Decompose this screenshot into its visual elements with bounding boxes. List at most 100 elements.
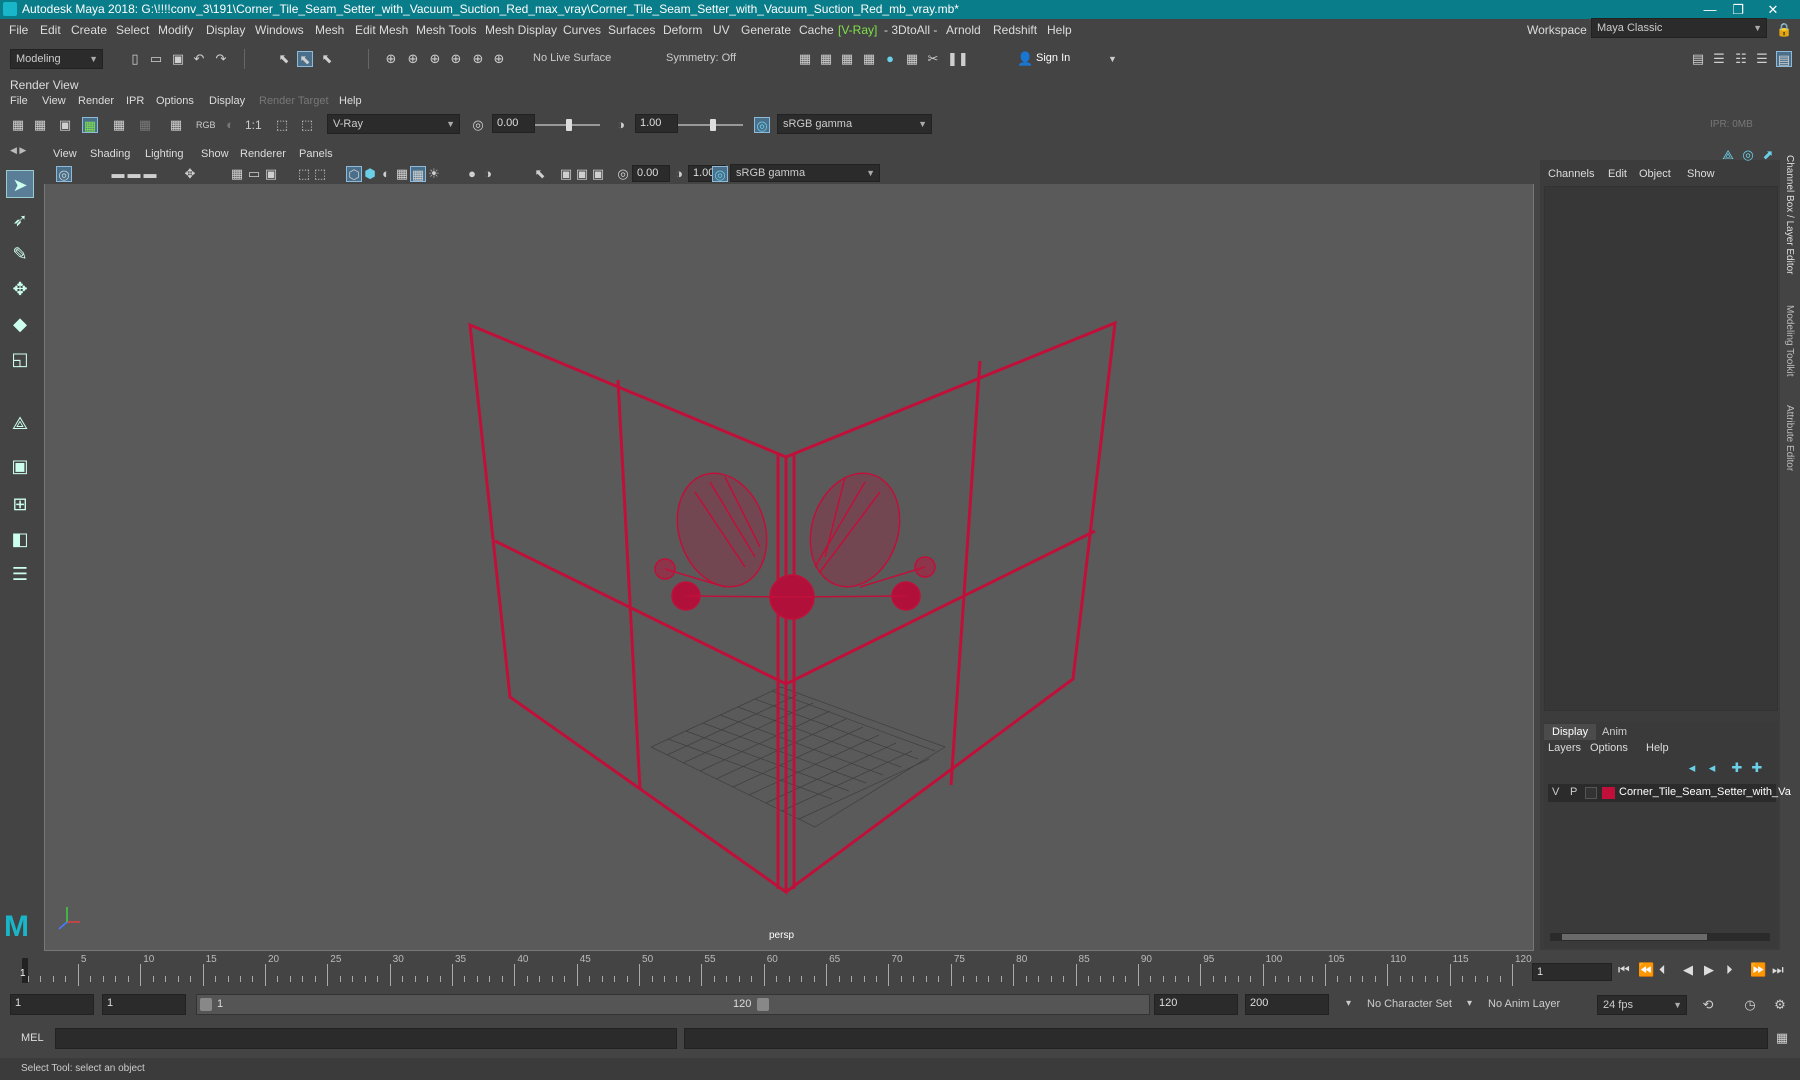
menu-display[interactable]: Display: [206, 23, 245, 37]
hypershade-icon[interactable]: ●: [882, 51, 898, 67]
go-to-start-icon[interactable]: ⏮: [1618, 962, 1630, 978]
channel-box-list[interactable]: [1544, 186, 1778, 711]
isolate-select-icon[interactable]: ⬉: [532, 166, 548, 182]
layer-reference-toggle[interactable]: [1585, 787, 1597, 799]
menu-cache[interactable]: Cache: [799, 23, 834, 37]
attribute-editor-icon[interactable]: ☰: [1711, 51, 1727, 67]
four-view-layout-icon[interactable]: ⊞: [6, 490, 34, 518]
step-forward-key-icon[interactable]: ⏩: [1750, 962, 1766, 978]
command-input[interactable]: [55, 1028, 677, 1049]
rv-menu-render[interactable]: Render: [78, 95, 114, 107]
save-scene-icon[interactable]: ▣: [170, 51, 186, 67]
menu-surfaces[interactable]: Surfaces: [608, 23, 655, 37]
rv-menu-options[interactable]: Options: [156, 95, 194, 107]
vp-menu-shading[interactable]: Shading: [90, 148, 130, 160]
layer-name[interactable]: Corner_Tile_Seam_Setter_with_Va: [1619, 786, 1791, 798]
maximize-button[interactable]: ❐: [1723, 1, 1753, 18]
minimize-button[interactable]: —: [1695, 1, 1725, 18]
bookmark-icon[interactable]: ▬: [126, 166, 142, 182]
menu-vray[interactable]: [V-Ray]: [838, 23, 877, 37]
camera-attributes-icon[interactable]: ▬: [110, 166, 126, 182]
vp-menu-panels[interactable]: Panels: [299, 148, 333, 160]
layer-playback-toggle[interactable]: P: [1570, 786, 1577, 798]
tab-attribute-editor[interactable]: Attribute Editor: [1784, 405, 1795, 471]
snap-grid-icon[interactable]: ⊕: [383, 51, 399, 67]
scale-tool-icon[interactable]: ◱: [6, 345, 34, 373]
redo-icon[interactable]: ↷: [213, 51, 229, 67]
new-layer-selected-icon[interactable]: ✚: [1749, 760, 1765, 776]
layer-scrollbar[interactable]: [1550, 933, 1770, 941]
field-chart-icon[interactable]: ⬚: [296, 166, 312, 182]
ipr-icon[interactable]: ▦: [82, 117, 98, 133]
auto-key-icon[interactable]: ◷: [1742, 997, 1758, 1013]
current-frame-field[interactable]: 1: [1532, 963, 1612, 981]
preferences-icon[interactable]: ⚙: [1772, 997, 1788, 1013]
step-back-key-icon[interactable]: ⏪: [1638, 962, 1654, 978]
render-sequence-icon[interactable]: ▦: [818, 51, 834, 67]
command-language-toggle[interactable]: MEL: [21, 1032, 44, 1044]
snap-view-plane-icon[interactable]: ⊕: [470, 51, 486, 67]
close-button[interactable]: ✕: [1758, 1, 1788, 18]
vp-colorspace-dropdown[interactable]: sRGB gamma ▼: [730, 164, 880, 182]
step-back-frame-icon[interactable]: ⏴: [1659, 962, 1666, 978]
menu-uv[interactable]: UV: [713, 23, 730, 37]
frame-region-icon[interactable]: ⬚: [274, 117, 290, 133]
menu-mesh-display[interactable]: Mesh Display: [485, 23, 557, 37]
gamma-slider-handle[interactable]: [710, 119, 716, 131]
move-layer-up-icon[interactable]: ◂: [1684, 760, 1700, 776]
modeling-toolkit-icon[interactable]: ▤: [1690, 51, 1706, 67]
character-set-chevron-icon[interactable]: ▾: [1346, 998, 1351, 1009]
menu-create[interactable]: Create: [71, 23, 107, 37]
rotate-tool-icon[interactable]: ◆: [6, 310, 34, 338]
tool-settings-icon[interactable]: ☷: [1733, 51, 1749, 67]
layer-visibility-toggle[interactable]: V: [1552, 786, 1559, 798]
anim-layer-dropdown[interactable]: No Anim Layer: [1488, 998, 1560, 1010]
symmetry-dropdown[interactable]: Symmetry: Off: [666, 52, 736, 64]
rv-menu-help[interactable]: Help: [339, 95, 362, 107]
channel-box-icon[interactable]: ☰: [1754, 51, 1770, 67]
view-transform-icon[interactable]: ◎: [754, 117, 770, 133]
renderer-dropdown[interactable]: V-Ray ▼: [327, 114, 460, 134]
image-plane-icon[interactable]: ▬: [142, 166, 158, 182]
render-region-icon[interactable]: ▦: [10, 117, 26, 133]
range-end-handle[interactable]: [757, 998, 769, 1011]
perspective-viewport[interactable]: [44, 146, 1534, 951]
tab-display[interactable]: Display: [1544, 724, 1597, 740]
render-icon[interactable]: ▦: [111, 117, 127, 133]
wireframe-icon[interactable]: ⬡: [346, 166, 362, 182]
exposure-field[interactable]: 0.00: [492, 114, 535, 133]
show-menu[interactable]: Show: [1687, 168, 1715, 180]
camera-icon[interactable]: ▣: [57, 117, 73, 133]
select-by-hierarchy-icon[interactable]: ⬉: [276, 51, 292, 67]
menu-windows[interactable]: Windows: [255, 23, 304, 37]
mode-dropdown[interactable]: Modeling ▼: [10, 49, 103, 69]
layer-editor-icon[interactable]: ▤: [1776, 51, 1792, 67]
loop-icon[interactable]: ⟲: [1700, 997, 1716, 1013]
outliner-layout-icon[interactable]: ☰: [6, 560, 34, 588]
tab-modeling-toolkit[interactable]: Modeling Toolkit: [1784, 305, 1795, 377]
single-perspective-view-icon[interactable]: ▣: [6, 452, 34, 480]
new-scene-icon[interactable]: ▯: [127, 51, 143, 67]
menu-file[interactable]: File: [9, 23, 28, 37]
animation-start-field[interactable]: 1: [10, 994, 94, 1015]
menu-generate[interactable]: Generate: [741, 23, 791, 37]
expand-icon[interactable]: ⬈: [1760, 147, 1776, 163]
display-icon[interactable]: ▦: [168, 117, 184, 133]
channel-box-toggle-icon[interactable]: ⟁: [1720, 147, 1736, 163]
menu-help[interactable]: Help: [1047, 23, 1072, 37]
select-by-object-icon[interactable]: ⬉: [297, 51, 313, 67]
vp-menu-lighting[interactable]: Lighting: [145, 148, 184, 160]
pause-icon[interactable]: ❚❚: [947, 51, 969, 67]
range-start-handle[interactable]: [200, 998, 212, 1011]
play-backwards-icon[interactable]: ◀: [1683, 962, 1693, 978]
menu-modify[interactable]: Modify: [158, 23, 193, 37]
colorspace-dropdown[interactable]: sRGB gamma ▼: [777, 114, 932, 134]
safe-action-icon[interactable]: ⬚: [312, 166, 328, 182]
move-tool-icon[interactable]: ✥: [6, 275, 34, 303]
gamma-field[interactable]: 1.00: [635, 114, 678, 133]
anim-layer-chevron-icon[interactable]: ▾: [1467, 998, 1472, 1009]
keep-image-icon[interactable]: ⬚: [299, 117, 315, 133]
live-surface-label[interactable]: No Live Surface: [533, 52, 611, 64]
rv-menu-ipr[interactable]: IPR: [126, 95, 144, 107]
undo-icon[interactable]: ↶: [191, 51, 207, 67]
